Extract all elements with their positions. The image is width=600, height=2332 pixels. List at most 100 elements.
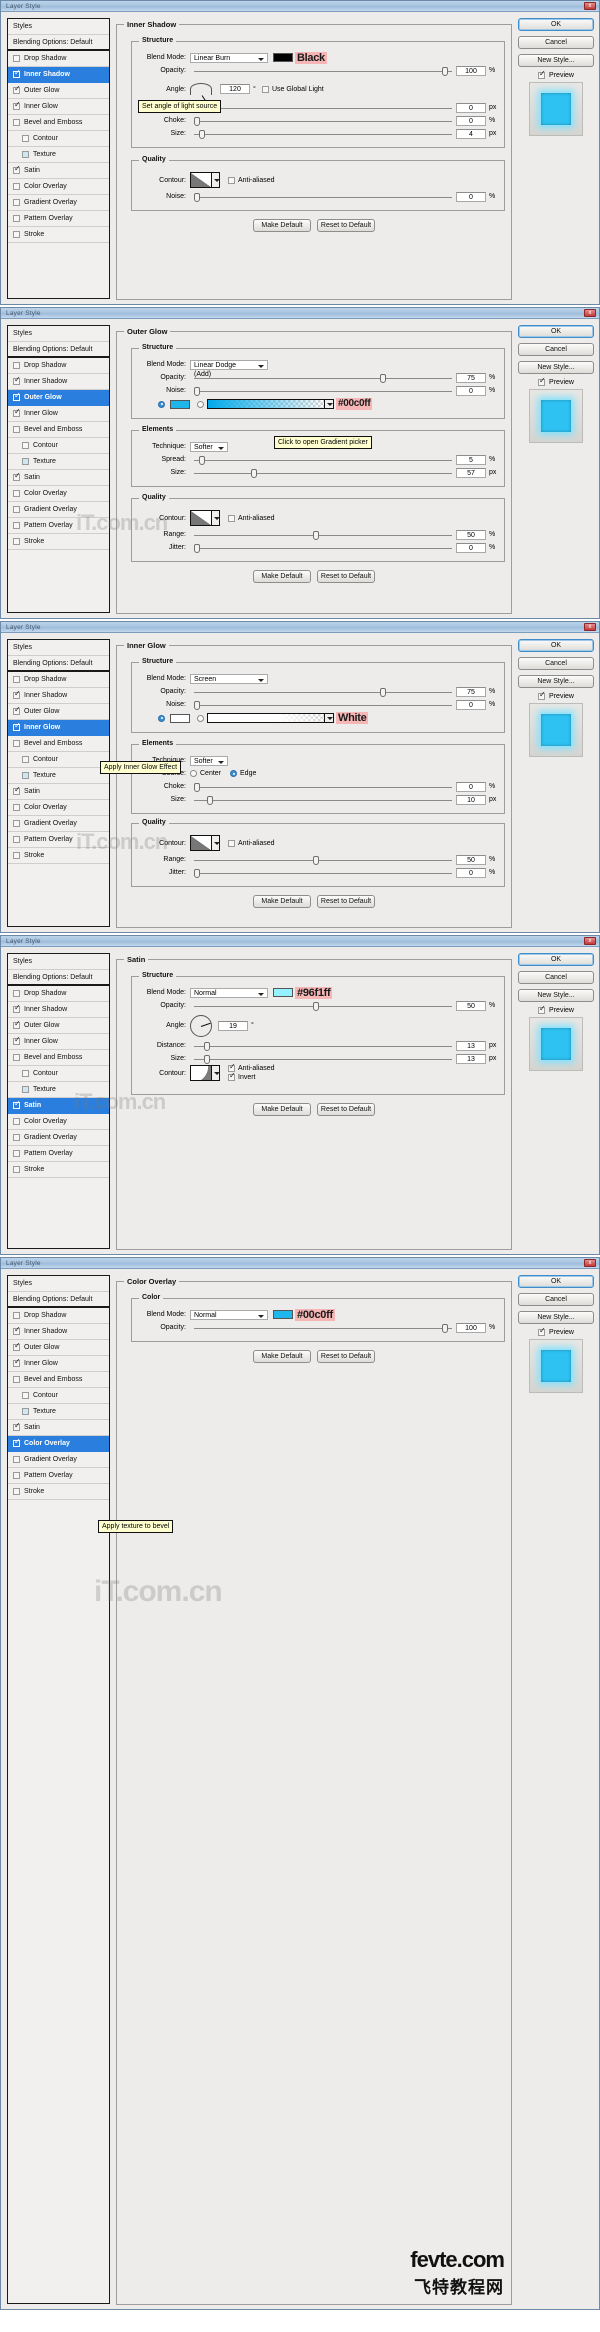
new-style-button[interactable]: New Style... xyxy=(518,989,594,1002)
checkbox-icon[interactable] xyxy=(13,101,21,110)
sidebar-item-stroke[interactable]: Stroke xyxy=(8,534,109,550)
noise-slider[interactable] xyxy=(194,192,452,202)
size-value[interactable]: 10 xyxy=(456,794,486,805)
checkbox-icon[interactable] xyxy=(22,1408,29,1415)
anti-aliased-checkbox[interactable] xyxy=(228,839,235,847)
sidebar-item-contour[interactable]: Contour xyxy=(8,752,109,768)
noise-slider[interactable] xyxy=(194,700,452,710)
sidebar-item-pattern-overlay[interactable]: Pattern Overlay xyxy=(8,518,109,534)
size-value[interactable]: 4 xyxy=(456,128,486,139)
preview-checkbox[interactable] xyxy=(538,1327,546,1336)
opacity-slider[interactable] xyxy=(194,66,452,76)
checkbox-icon[interactable] xyxy=(13,706,21,715)
chevron-down-icon[interactable] xyxy=(212,172,220,188)
distance-slider[interactable] xyxy=(194,103,452,113)
new-style-button[interactable]: New Style... xyxy=(518,54,594,67)
checkbox-icon[interactable] xyxy=(13,1150,20,1157)
sidebar-item-stroke[interactable]: Stroke xyxy=(8,848,109,864)
range-value[interactable]: 50 xyxy=(456,529,486,540)
new-style-button[interactable]: New Style... xyxy=(518,1311,594,1324)
contour-preview[interactable] xyxy=(190,1065,212,1081)
sidebar-item-pattern-overlay[interactable]: Pattern Overlay xyxy=(8,211,109,227)
contour-preview[interactable] xyxy=(190,510,212,526)
range-value[interactable]: 50 xyxy=(456,854,486,865)
sidebar-item-inner-glow[interactable]: Inner Glow xyxy=(8,720,109,736)
ok-button[interactable]: OK xyxy=(518,953,594,966)
blend-mode-select[interactable]: Normal xyxy=(190,987,268,998)
checkbox-icon[interactable] xyxy=(13,1004,21,1013)
ok-button[interactable]: OK xyxy=(518,1275,594,1288)
chevron-down-icon[interactable] xyxy=(325,399,334,409)
checkbox-icon[interactable] xyxy=(13,1488,20,1495)
checkbox-icon[interactable] xyxy=(13,85,21,94)
sidebar-item-inner-shadow[interactable]: Inner Shadow xyxy=(8,688,109,704)
reset-to-default-button[interactable]: Reset to Default xyxy=(317,1350,375,1363)
opacity-value[interactable]: 100 xyxy=(456,1322,486,1333)
glow-color-swatch[interactable] xyxy=(170,399,190,409)
sidebar-item-outer-glow[interactable]: Outer Glow xyxy=(8,83,109,99)
blend-mode-select[interactable]: Linear Burn xyxy=(190,52,268,63)
ok-button[interactable]: OK xyxy=(518,325,594,338)
checkbox-icon[interactable] xyxy=(13,392,21,401)
sidebar-item-satin[interactable]: Satin xyxy=(8,163,109,179)
sidebar-item-contour[interactable]: Contour xyxy=(8,1388,109,1404)
technique-select[interactable]: Softer xyxy=(190,755,228,766)
sidebar-item-contour[interactable]: Contour xyxy=(8,131,109,147)
sidebar-item-inner-glow[interactable]: Inner Glow xyxy=(8,1356,109,1372)
noise-value[interactable]: 0 xyxy=(456,385,486,396)
checkbox-icon[interactable] xyxy=(13,472,21,481)
title-bar[interactable]: Layer Style x xyxy=(1,622,599,633)
choke-value[interactable]: 0 xyxy=(456,115,486,126)
sidebar-item-inner-glow[interactable]: Inner Glow xyxy=(8,99,109,115)
size-slider[interactable] xyxy=(194,795,452,805)
sidebar-item-drop-shadow[interactable]: Drop Shadow xyxy=(8,986,109,1002)
new-style-button[interactable]: New Style... xyxy=(518,675,594,688)
sidebar-item-inner-shadow[interactable]: Inner Shadow xyxy=(8,67,109,83)
gradient-radio[interactable] xyxy=(197,714,204,722)
close-icon[interactable]: x xyxy=(584,1259,596,1267)
glow-color-swatch[interactable] xyxy=(170,713,190,723)
opacity-value[interactable]: 50 xyxy=(456,1000,486,1011)
sidebar-item-texture[interactable]: Texture xyxy=(8,454,109,470)
blend-mode-select[interactable]: Linear Dodge (Add) xyxy=(190,359,268,378)
close-icon[interactable]: x xyxy=(584,623,596,631)
sidebar-item-satin[interactable]: Satin xyxy=(8,1098,109,1114)
angle-value[interactable]: 19 xyxy=(218,1020,248,1031)
angle-value[interactable]: 120 xyxy=(220,84,250,94)
range-slider[interactable] xyxy=(194,530,452,540)
sidebar-item-outer-glow[interactable]: Outer Glow xyxy=(8,1340,109,1356)
make-default-button[interactable]: Make Default xyxy=(253,895,311,908)
cancel-button[interactable]: Cancel xyxy=(518,36,594,49)
sidebar-item-drop-shadow[interactable]: Drop Shadow xyxy=(8,51,109,67)
source-edge-radio[interactable] xyxy=(230,770,238,777)
preview-checkbox[interactable] xyxy=(538,691,546,700)
sidebar-item-pattern-overlay[interactable]: Pattern Overlay xyxy=(8,1468,109,1484)
anti-aliased-checkbox[interactable] xyxy=(228,176,235,184)
preview-checkbox[interactable] xyxy=(538,70,546,79)
opacity-slider[interactable] xyxy=(194,1323,452,1333)
color-swatch[interactable] xyxy=(273,1310,293,1319)
angle-dial[interactable] xyxy=(190,1014,212,1037)
chevron-down-icon[interactable] xyxy=(325,713,334,723)
checkbox-icon[interactable] xyxy=(13,1166,20,1173)
cancel-button[interactable]: Cancel xyxy=(518,971,594,984)
sidebar-item-inner-shadow[interactable]: Inner Shadow xyxy=(8,1002,109,1018)
solid-color-radio[interactable] xyxy=(158,714,165,722)
sidebar-item-inner-shadow[interactable]: Inner Shadow xyxy=(8,374,109,390)
color-swatch[interactable] xyxy=(273,53,293,62)
choke-slider[interactable] xyxy=(194,116,452,126)
sidebar-item-contour[interactable]: Contour xyxy=(8,438,109,454)
source-center-radio[interactable] xyxy=(190,770,197,777)
checkbox-icon[interactable] xyxy=(13,1054,20,1061)
checkbox-icon[interactable] xyxy=(13,852,20,859)
preview-checkbox[interactable] xyxy=(538,377,546,386)
checkbox-icon[interactable] xyxy=(13,1134,20,1141)
jitter-slider[interactable] xyxy=(194,868,452,878)
ok-button[interactable]: OK xyxy=(518,639,594,652)
contour-preview[interactable] xyxy=(190,835,212,851)
sidebar-item-blending-options[interactable]: Blending Options: Default xyxy=(8,342,109,358)
checkbox-icon[interactable] xyxy=(13,426,20,433)
checkbox-icon[interactable] xyxy=(13,740,20,747)
checkbox-icon[interactable] xyxy=(22,458,29,465)
sidebar-item-contour[interactable]: Contour xyxy=(8,1066,109,1082)
